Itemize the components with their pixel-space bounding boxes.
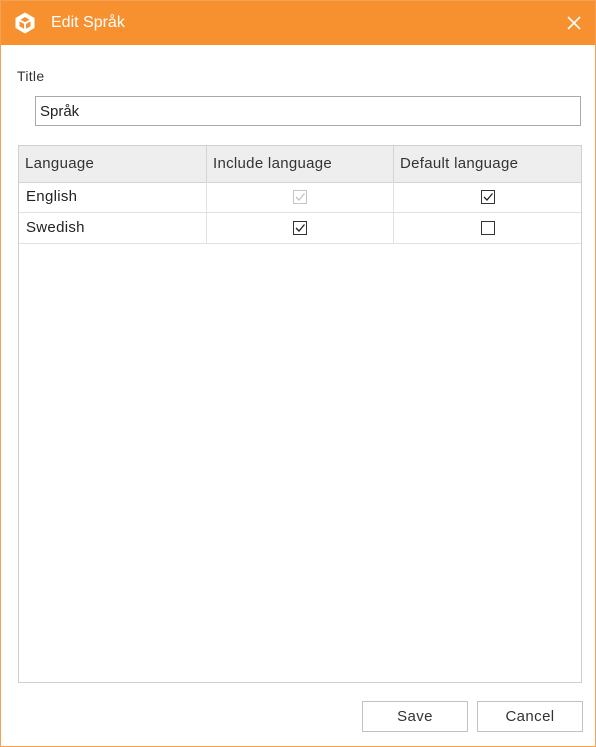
checkmark-icon <box>295 193 305 201</box>
column-header-include-language[interactable]: Include language <box>207 146 394 182</box>
close-icon <box>567 16 581 30</box>
language-name-cell: English <box>19 182 207 212</box>
include-language-checkbox[interactable] <box>293 221 307 235</box>
cancel-button[interactable]: Cancel <box>477 701 583 732</box>
language-grid: Language Include language Default langua… <box>18 145 582 683</box>
save-button[interactable]: Save <box>362 701 468 732</box>
include-language-cell <box>207 182 394 212</box>
default-language-checkbox[interactable] <box>480 221 495 235</box>
edit-dialog: Edit Språk Title Language Include langua… <box>0 0 596 747</box>
title-bar: Edit Språk <box>1 1 595 45</box>
language-name-cell: Swedish <box>19 213 207 243</box>
default-language-checkbox[interactable] <box>480 190 495 204</box>
table-row: Swedish <box>19 213 581 244</box>
default-language-cell <box>394 213 581 243</box>
include-language-checkbox <box>293 190 307 204</box>
grid-header: Language Include language Default langua… <box>19 146 581 183</box>
title-field-label: Title <box>17 68 45 84</box>
checkmark-icon <box>483 193 493 201</box>
close-button[interactable] <box>561 10 587 36</box>
checkmark-icon <box>295 224 305 232</box>
box-logo-icon <box>13 11 37 35</box>
table-row: English <box>19 182 581 213</box>
title-input[interactable] <box>35 96 581 126</box>
column-header-language[interactable]: Language <box>19 146 207 182</box>
include-language-cell <box>207 213 394 243</box>
dialog-title: Edit Språk <box>51 14 125 31</box>
default-language-cell <box>394 182 581 212</box>
column-header-default-language[interactable]: Default language <box>394 146 582 182</box>
